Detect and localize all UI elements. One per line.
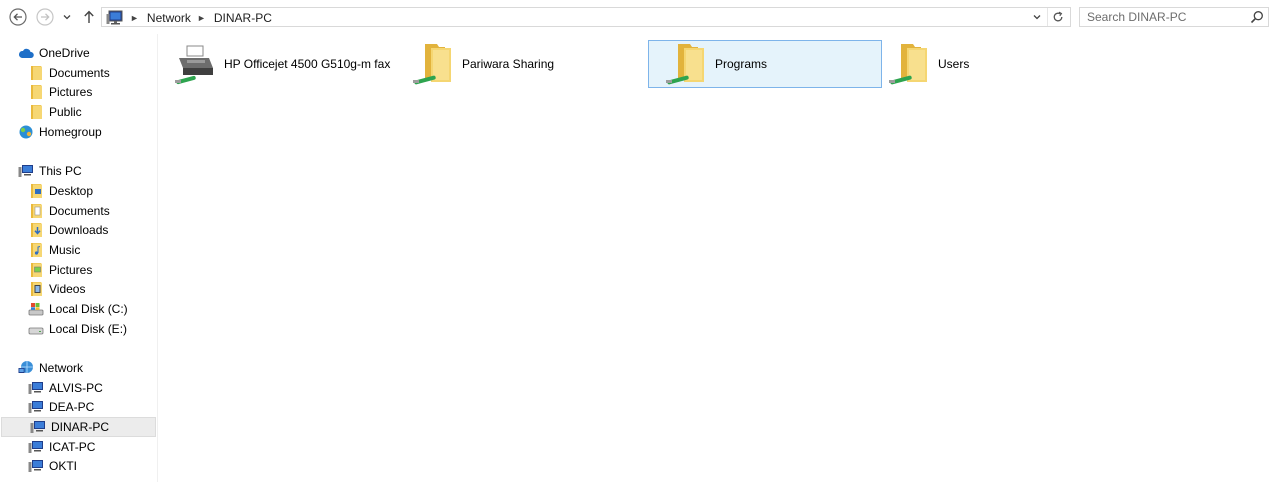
computer-icon xyxy=(106,10,123,24)
refresh-icon xyxy=(1053,11,1063,22)
list-item-users[interactable]: Users xyxy=(872,40,1106,88)
sidebar-item-videos[interactable]: Videos xyxy=(0,279,156,299)
sidebar-item-network[interactable]: Network xyxy=(0,358,156,378)
address-bar[interactable]: ► Network ► DINAR-PC xyxy=(101,7,1071,27)
computer-icon xyxy=(28,380,44,396)
list-item-hp-officejet-fax[interactable]: HP Officejet 4500 G510g-m fax xyxy=(158,40,392,88)
computer-icon xyxy=(28,439,44,455)
homegroup-icon xyxy=(18,124,34,140)
up-button[interactable] xyxy=(79,7,99,27)
shared-folder-icon xyxy=(887,40,935,88)
sidebar-item-onedrive-pictures[interactable]: Pictures xyxy=(0,82,156,102)
sidebar-item-this-pc[interactable]: This PC xyxy=(0,161,156,181)
sidebar-item-onedrive-public[interactable]: Public xyxy=(0,102,156,122)
sidebar-item-icat-pc[interactable]: ICAT-PC xyxy=(0,437,156,457)
search-input[interactable] xyxy=(1080,8,1252,26)
drive-icon xyxy=(28,321,44,337)
address-history-button[interactable] xyxy=(1028,8,1046,26)
sidebar-item-dinar-pc[interactable]: DINAR-PC xyxy=(1,417,156,437)
back-button[interactable] xyxy=(8,7,28,27)
sidebar-item-local-disk-e[interactable]: Local Disk (E:) xyxy=(0,319,156,339)
breadcrumb-dinar-pc[interactable]: DINAR-PC xyxy=(214,11,272,25)
breadcrumb: ► Network ► DINAR-PC xyxy=(106,9,272,26)
breadcrumb-separator: ► xyxy=(196,12,206,23)
sidebar-item-documents[interactable]: Documents xyxy=(0,201,156,221)
toolbar: ► Network ► DINAR-PC xyxy=(0,0,1280,34)
system-drive-icon xyxy=(28,301,44,317)
sidebar-item-desktop[interactable]: Desktop xyxy=(0,181,156,201)
downloads-folder-icon xyxy=(28,222,44,238)
chevron-down-icon xyxy=(1033,15,1041,20)
cloud-icon xyxy=(18,45,34,61)
computer-icon xyxy=(18,163,34,179)
back-arrow-icon xyxy=(9,8,27,26)
computer-icon xyxy=(28,399,44,415)
list-item-pariwara-sharing[interactable]: Pariwara Sharing xyxy=(396,40,630,88)
sidebar-item-pictures[interactable]: Pictures xyxy=(0,260,156,280)
sidebar-item-downloads[interactable]: Downloads xyxy=(0,220,156,240)
sidebar-item-dea-pc[interactable]: DEA-PC xyxy=(0,397,156,417)
sidebar-item-okti[interactable]: OKTI xyxy=(0,456,156,476)
list-item-programs[interactable]: Programs xyxy=(648,40,882,88)
computer-icon xyxy=(30,419,46,435)
pictures-folder-icon xyxy=(28,262,44,278)
shared-folder-icon xyxy=(411,40,459,88)
recent-locations-button[interactable] xyxy=(58,7,76,27)
chevron-down-icon xyxy=(63,15,71,20)
breadcrumb-network[interactable]: Network xyxy=(147,11,191,25)
videos-folder-icon xyxy=(28,281,44,297)
forward-button[interactable] xyxy=(35,7,55,27)
computer-icon xyxy=(28,458,44,474)
network-printer-icon xyxy=(173,40,221,88)
up-arrow-icon xyxy=(84,10,94,23)
sidebar-item-local-disk-c[interactable]: Local Disk (C:) xyxy=(0,299,156,319)
sidebar-item-onedrive[interactable]: OneDrive xyxy=(0,43,156,63)
shared-folder-icon xyxy=(664,40,712,88)
sidebar-item-onedrive-documents[interactable]: Documents xyxy=(0,63,156,83)
sidebar-item-music[interactable]: Music xyxy=(0,240,156,260)
music-folder-icon xyxy=(28,242,44,258)
folder-icon xyxy=(28,104,44,120)
folder-icon xyxy=(28,84,44,100)
desktop-folder-icon xyxy=(28,183,44,199)
sidebar-item-homegroup[interactable]: Homegroup xyxy=(0,122,156,142)
refresh-button[interactable] xyxy=(1047,8,1068,26)
forward-arrow-icon xyxy=(36,8,54,26)
navigation-pane: OneDrive Documents Pictures Public Homeg… xyxy=(0,34,158,482)
file-list: HP Officejet 4500 G510g-m fax Pariwara S… xyxy=(158,34,1280,482)
search-box[interactable] xyxy=(1079,7,1269,27)
folder-icon xyxy=(28,65,44,81)
sidebar-item-alvis-pc[interactable]: ALVIS-PC xyxy=(0,378,156,398)
search-icon[interactable] xyxy=(1250,10,1264,24)
documents-folder-icon xyxy=(28,203,44,219)
network-icon xyxy=(18,360,34,376)
breadcrumb-separator: ► xyxy=(130,12,139,23)
